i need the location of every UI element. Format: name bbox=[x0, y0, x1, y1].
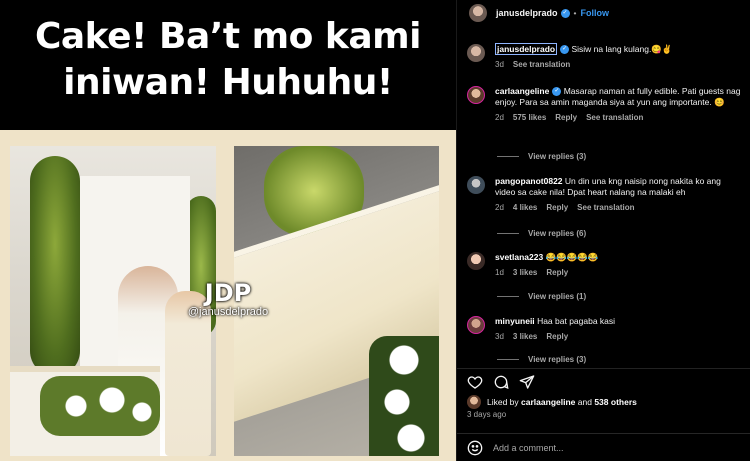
comment-icon[interactable] bbox=[493, 374, 509, 390]
comment-username[interactable]: janusdelprado bbox=[495, 43, 558, 55]
reply-button[interactable]: Reply bbox=[546, 203, 568, 212]
see-translation-link[interactable]: See translation bbox=[586, 113, 643, 122]
comment-likes[interactable]: 575 likes bbox=[513, 113, 546, 122]
watermark: JDP @janusdelprado bbox=[176, 280, 280, 319]
comment-item: janusdelprado ✓ Sisiw na lang kulang.😋✌️ … bbox=[467, 43, 747, 69]
likes-joiner: and bbox=[577, 397, 592, 407]
comment-text: Sisiw na lang kulang.😋✌️ bbox=[571, 44, 673, 54]
see-translation-link[interactable]: See translation bbox=[577, 203, 634, 212]
post-header: janusdelprado ✓ • Follow bbox=[457, 0, 750, 26]
comment-likes[interactable]: 4 likes bbox=[513, 203, 537, 212]
view-replies-label: View replies (3) bbox=[528, 152, 587, 161]
reply-button[interactable]: Reply bbox=[546, 268, 568, 277]
author-avatar[interactable] bbox=[469, 4, 487, 22]
reply-button[interactable]: Reply bbox=[546, 332, 568, 341]
white-roses bbox=[369, 336, 439, 456]
white-flowers bbox=[40, 376, 160, 436]
comment-item: svetlana223 😂😂😂😂😂 1d 3 likes Reply bbox=[467, 252, 747, 277]
post-media: Cake! Ba’t mo kami iniwan! Huhuhu! JDP @… bbox=[0, 0, 456, 461]
comment-avatar[interactable] bbox=[467, 252, 485, 270]
follow-button[interactable]: Follow bbox=[581, 8, 610, 18]
verified-badge-icon: ✓ bbox=[560, 8, 570, 18]
meme-headline: Cake! Ba’t mo kami iniwan! Huhuhu! bbox=[0, 0, 456, 130]
replies-line bbox=[497, 359, 519, 360]
liker-avatar[interactable] bbox=[467, 395, 481, 409]
watermark-logo: JDP bbox=[204, 279, 252, 307]
add-comment-input[interactable]: Add a comment... bbox=[493, 443, 564, 453]
comment-avatar[interactable] bbox=[467, 86, 485, 104]
comment-text: 😂😂😂😂😂 bbox=[545, 252, 599, 262]
comment-text: Haa bat pagaba kasi bbox=[537, 316, 616, 326]
comment-username[interactable]: pangopanot0822 bbox=[495, 176, 563, 186]
view-replies-button[interactable]: View replies (1) bbox=[497, 292, 586, 301]
view-replies-label: View replies (1) bbox=[528, 292, 587, 301]
headline-line-1: Cake! Ba’t mo kami bbox=[34, 16, 422, 57]
post-time: 3 days ago bbox=[467, 410, 507, 419]
comment-likes[interactable]: 3 likes bbox=[513, 332, 537, 341]
add-comment-bar[interactable]: Add a comment... bbox=[457, 433, 750, 461]
comment-time: 2d bbox=[495, 113, 504, 122]
view-replies-label: View replies (6) bbox=[528, 229, 587, 238]
view-replies-button[interactable]: View replies (6) bbox=[497, 229, 586, 238]
comment-time: 3d bbox=[495, 332, 504, 341]
likes-summary: Liked by carlaangeline and 538 others bbox=[467, 395, 637, 409]
comment-avatar[interactable] bbox=[467, 44, 485, 62]
greenery-decor bbox=[30, 156, 80, 376]
replies-line bbox=[497, 156, 519, 157]
comment-avatar[interactable] bbox=[467, 316, 485, 334]
comment-avatar[interactable] bbox=[467, 176, 485, 194]
comment-time: 3d bbox=[495, 60, 504, 69]
verified-badge-icon: ✓ bbox=[552, 87, 562, 97]
watermark-handle: @janusdelprado bbox=[187, 306, 269, 318]
see-translation-link[interactable]: See translation bbox=[513, 60, 570, 69]
photo-collage: JDP @janusdelprado bbox=[0, 130, 456, 461]
comment-list: janusdelprado ✓ Sisiw na lang kulang.😋✌️ … bbox=[457, 34, 750, 364]
view-replies-label: View replies (3) bbox=[528, 355, 587, 364]
replies-line bbox=[497, 296, 519, 297]
post-actions bbox=[457, 368, 750, 390]
view-replies-button[interactable]: View replies (3) bbox=[497, 355, 586, 364]
headline-line-2: iniwan! Huhuhu! bbox=[63, 62, 393, 103]
comment-username[interactable]: minyuneii bbox=[495, 316, 535, 326]
comment-item: pangopanot0822 Un din una kng naisip non… bbox=[467, 176, 747, 212]
verified-badge-icon: ✓ bbox=[560, 45, 570, 55]
share-icon[interactable] bbox=[519, 374, 535, 390]
comment-item: minyuneii Haa bat pagaba kasi 3d 3 likes… bbox=[467, 316, 747, 341]
comment-username[interactable]: svetlana223 bbox=[495, 252, 543, 262]
replies-line bbox=[497, 233, 519, 234]
author-username[interactable]: janusdelprado bbox=[496, 8, 558, 18]
comment-likes[interactable]: 3 likes bbox=[513, 268, 537, 277]
comment-username[interactable]: carlaangeline bbox=[495, 86, 549, 96]
reply-button[interactable]: Reply bbox=[555, 113, 577, 122]
view-replies-button[interactable]: View replies (3) bbox=[497, 152, 586, 161]
separator-dot: • bbox=[573, 8, 577, 18]
comments-panel: janusdelprado ✓ • Follow janusdelprado ✓ … bbox=[456, 0, 750, 461]
likes-prefix: Liked by bbox=[487, 397, 519, 407]
comment-time: 1d bbox=[495, 268, 504, 277]
emoji-icon[interactable] bbox=[467, 440, 483, 456]
heart-icon[interactable] bbox=[467, 374, 483, 390]
comment-item: carlaangeline ✓ Masarap naman at fully ed… bbox=[467, 86, 747, 122]
comment-time: 2d bbox=[495, 203, 504, 212]
liker-username[interactable]: carlaangeline bbox=[521, 397, 575, 407]
likes-others[interactable]: 538 others bbox=[594, 397, 637, 407]
